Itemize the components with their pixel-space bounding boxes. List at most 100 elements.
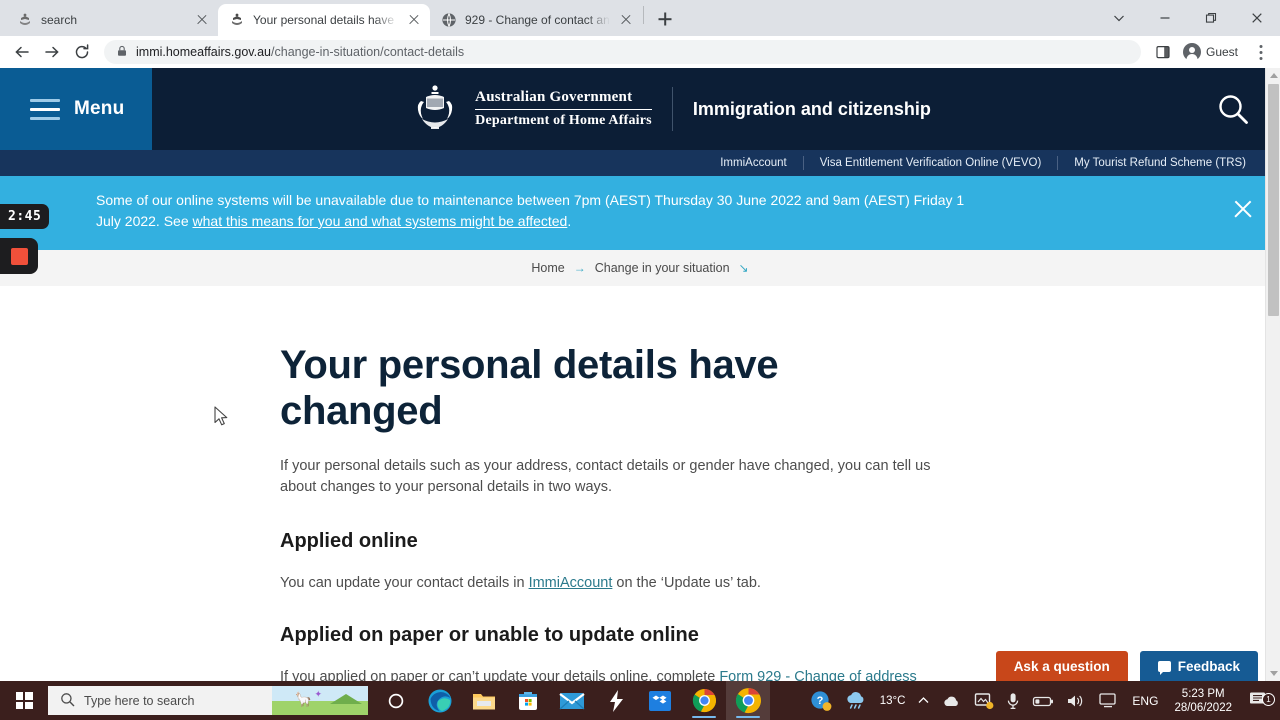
quick-links-bar: ImmiAccount Visa Entitlement Verificatio… xyxy=(0,150,1280,176)
quick-link-immiaccount[interactable]: ImmiAccount xyxy=(704,157,802,169)
clock-time: 5:23 PM xyxy=(1181,687,1225,700)
browser-tab-3[interactable]: 929 - Change of contact and/or p xyxy=(430,4,642,36)
lightning-app-icon[interactable] xyxy=(594,681,638,720)
crest-icon xyxy=(17,12,33,28)
taskbar-search-placeholder: Type here to search xyxy=(84,693,195,708)
breadcrumb: Home → Change in your situation ↘ xyxy=(531,261,748,275)
menu-button[interactable]: Menu xyxy=(0,68,152,150)
browser-tab-1[interactable]: search xyxy=(6,4,218,36)
gov-line-2: Department of Home Affairs xyxy=(475,113,652,129)
section1-text-before: You can update your contact details in xyxy=(280,575,529,591)
mail-icon[interactable] xyxy=(550,681,594,720)
google-chrome-icon[interactable] xyxy=(726,681,770,720)
scrollbar-up-button[interactable] xyxy=(1266,68,1280,83)
avatar xyxy=(1182,43,1201,61)
stop-square-icon xyxy=(10,247,28,265)
volume-icon[interactable] xyxy=(1060,681,1092,720)
lock-icon xyxy=(116,45,128,60)
wordmark-rule xyxy=(475,108,652,111)
main-content: Your personal details have changed If yo… xyxy=(0,286,1280,681)
battery-icon[interactable] xyxy=(1026,681,1060,720)
dropbox-icon[interactable] xyxy=(638,681,682,720)
new-tab-button[interactable] xyxy=(651,5,679,33)
quick-link-vevo[interactable]: Visa Entitlement Verification Online (VE… xyxy=(804,157,1058,169)
globe-icon xyxy=(441,12,457,28)
maintenance-banner: Some of our online systems will be unava… xyxy=(0,176,1280,250)
back-button[interactable] xyxy=(8,38,36,66)
clock-date: 28/06/2022 xyxy=(1174,701,1232,714)
address-bar[interactable]: immi.homeaffairs.gov.au/change-in-situat… xyxy=(104,40,1141,64)
onedrive-icon[interactable] xyxy=(936,681,968,720)
notification-center-button[interactable]: 1 xyxy=(1240,690,1276,711)
taskbar-search-box[interactable]: Type here to search 🦙 ✦ xyxy=(48,686,368,715)
weather-widget[interactable] xyxy=(838,681,874,720)
browser-tab-2[interactable]: Your personal details have chang xyxy=(218,4,430,36)
reload-button[interactable] xyxy=(68,38,96,66)
forward-button[interactable] xyxy=(38,38,66,66)
minimize-icon[interactable] xyxy=(1142,2,1188,34)
section-heading-applied-online: Applied online xyxy=(280,530,418,552)
task-view-button[interactable] xyxy=(374,681,418,720)
chevron-up-icon xyxy=(918,697,929,703)
side-panel-icon[interactable] xyxy=(1149,38,1177,66)
restore-icon[interactable] xyxy=(1188,2,1234,34)
browser-menu-icon[interactable] xyxy=(1250,39,1272,65)
clock[interactable]: 5:23 PM 28/06/2022 xyxy=(1166,687,1240,715)
floating-action-buttons: Ask a question Feedback xyxy=(995,651,1258,681)
display-settings-icon[interactable] xyxy=(1092,681,1124,720)
microsoft-edge-icon[interactable] xyxy=(418,681,462,720)
llama-illustration-icon: 🦙 xyxy=(294,691,312,707)
search-icon xyxy=(1219,95,1248,124)
breadcrumb-item-home[interactable]: Home xyxy=(531,261,564,275)
mouse-cursor xyxy=(214,406,231,429)
page-scrollbar[interactable] xyxy=(1265,68,1280,681)
banner-close-button[interactable] xyxy=(1232,198,1254,220)
file-explorer-icon[interactable] xyxy=(462,681,506,720)
menu-label: Menu xyxy=(74,98,125,119)
site-title: Immigration and citizenship xyxy=(692,98,931,119)
microsoft-store-icon[interactable] xyxy=(506,681,550,720)
breadcrumb-tail-icon: ↘ xyxy=(738,261,749,275)
section-heading-applied-on-paper: Applied on paper or unable to update onl… xyxy=(280,624,699,646)
ask-a-question-button[interactable]: Ask a question xyxy=(995,651,1128,681)
language-indicator[interactable]: ENG xyxy=(1124,694,1166,708)
scrollbar-down-button[interactable] xyxy=(1266,666,1280,681)
screen-snip-icon[interactable] xyxy=(968,681,1000,720)
maintenance-banner-text: Some of our online systems will be unava… xyxy=(96,190,982,232)
breadcrumb-bar: Home → Change in your situation ↘ xyxy=(0,250,1280,286)
url-domain: immi.homeaffairs.gov.au xyxy=(136,45,272,59)
page-intro: If your personal details such as your ad… xyxy=(280,458,931,495)
page-title: Your personal details have changed xyxy=(280,343,779,433)
site-header: Menu Australian Government Department of… xyxy=(0,68,1280,150)
stop-recording-button[interactable] xyxy=(0,238,38,274)
browser-tab-strip: search Your personal details have chang … xyxy=(0,0,1280,36)
close-icon[interactable] xyxy=(1234,2,1280,34)
immiaccount-link[interactable]: ImmiAccount xyxy=(529,575,613,591)
google-chrome-icon[interactable] xyxy=(682,681,726,720)
close-icon[interactable] xyxy=(618,12,634,28)
section-text-applied-on-paper: If you applied on paper or can’t update … xyxy=(280,667,940,681)
brand-block: Australian Government Department of Home… xyxy=(152,68,1186,150)
feedback-button[interactable]: Feedback xyxy=(1139,651,1258,681)
browser-tab-3-title: 929 - Change of contact and/or p xyxy=(465,13,610,27)
window-controls xyxy=(1096,0,1280,36)
toolbar-right-controls: Guest xyxy=(1149,38,1272,66)
banner-text-after: . xyxy=(567,213,572,229)
breadcrumb-item-change-in-your-situation[interactable]: Change in your situation xyxy=(595,261,730,275)
banner-link[interactable]: what this means for you and what systems… xyxy=(193,213,568,229)
microphone-icon[interactable] xyxy=(1000,681,1026,720)
close-icon[interactable] xyxy=(406,12,422,28)
scrollbar-thumb[interactable] xyxy=(1268,84,1279,316)
chevron-down-icon[interactable] xyxy=(1096,2,1142,34)
windows-logo-icon xyxy=(15,692,33,709)
section1-text-after: on the ‘Update us’ tab. xyxy=(612,575,761,591)
browser-tab-2-title: Your personal details have chang xyxy=(253,13,398,27)
quick-link-trs[interactable]: My Tourist Refund Scheme (TRS) xyxy=(1058,157,1262,169)
profile-button[interactable]: Guest xyxy=(1179,39,1248,65)
start-button[interactable] xyxy=(0,681,48,720)
show-hidden-icons-button[interactable] xyxy=(911,681,936,720)
help-icon[interactable]: ? xyxy=(804,681,838,720)
app-running-indicator xyxy=(692,715,716,718)
close-icon[interactable] xyxy=(194,12,210,28)
chevron-up-icon xyxy=(1269,73,1278,78)
